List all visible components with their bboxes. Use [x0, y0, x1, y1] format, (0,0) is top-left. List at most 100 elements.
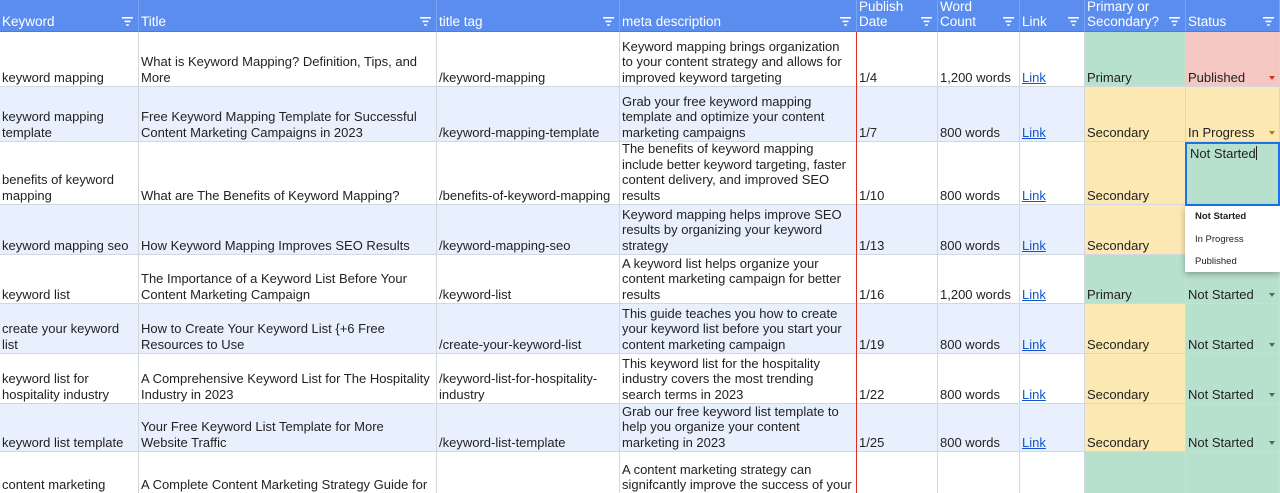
cell-meta-description[interactable]: A keyword list helps organize your conte…	[620, 255, 857, 304]
cell-title-tag[interactable]: /keyword-mapping-seo	[437, 205, 620, 255]
cell-primary-secondary[interactable]: Primary	[1085, 452, 1186, 493]
cell-meta-description[interactable]: A content marketing strategy can signifc…	[620, 452, 857, 493]
cell-text[interactable]: Link	[1022, 125, 1081, 140]
cell-word-count[interactable]: 800 words	[938, 304, 1020, 354]
cell-publish-date[interactable]: 1/22	[857, 354, 938, 404]
dropdown-caret-icon[interactable]	[1269, 131, 1275, 135]
header-title[interactable]: Title	[139, 0, 437, 32]
cell-status[interactable]: In Progress	[1186, 87, 1280, 142]
cell-text[interactable]: Link	[1022, 70, 1081, 85]
dropdown-caret-icon[interactable]	[1269, 76, 1275, 80]
cell-primary-secondary[interactable]: Secondary	[1085, 404, 1186, 452]
cell-keyword[interactable]: keyword mapping template	[0, 87, 139, 142]
cell-word-count[interactable]: 1,200 words	[938, 452, 1020, 493]
cell-title[interactable]: Free Keyword Mapping Template for Succes…	[139, 87, 437, 142]
cell-status[interactable]: Not Started	[1186, 304, 1280, 354]
cell-title[interactable]: The Importance of a Keyword List Before …	[139, 255, 437, 304]
header-title-tag[interactable]: title tag	[437, 0, 620, 32]
cell-word-count[interactable]: 800 words	[938, 205, 1020, 255]
dropdown-caret-icon[interactable]	[1269, 441, 1275, 445]
cell-word-count[interactable]: 800 words	[938, 142, 1020, 205]
filter-icon[interactable]	[122, 17, 133, 26]
cell-word-count[interactable]: 800 words	[938, 87, 1020, 142]
cell-status[interactable]: Not Started	[1186, 404, 1280, 452]
cell-text[interactable]: Link	[1022, 337, 1081, 352]
cell-primary-secondary[interactable]: Primary	[1085, 255, 1186, 304]
cell-title-tag[interactable]: /keyword-list	[437, 255, 620, 304]
header-meta-description[interactable]: meta description	[620, 0, 857, 32]
cell-link[interactable]: Link	[1020, 354, 1085, 404]
cell-publish-date[interactable]: 1/10	[857, 142, 938, 205]
cell-status[interactable]: Not Started	[1186, 354, 1280, 404]
cell-title[interactable]: What are The Benefits of Keyword Mapping…	[139, 142, 437, 205]
status-option-not-started[interactable]: Not Started	[1195, 211, 1246, 223]
cell-primary-secondary[interactable]: Secondary	[1085, 354, 1186, 404]
cell-link[interactable]: Link	[1020, 142, 1085, 205]
dropdown-caret-icon[interactable]	[1269, 343, 1275, 347]
header-word-count[interactable]: Word Count	[938, 0, 1020, 32]
header-publish-date[interactable]: Publish Date	[857, 0, 938, 32]
filter-icon[interactable]	[1169, 17, 1180, 26]
cell-word-count[interactable]: 800 words	[938, 354, 1020, 404]
cell-title-tag[interactable]: /keyword-list-for-hospitality-industry	[437, 354, 620, 404]
cell-keyword[interactable]: create your keyword list	[0, 304, 139, 354]
cell-primary-secondary[interactable]: Secondary	[1085, 304, 1186, 354]
cell-keyword[interactable]: content marketing strategy	[0, 452, 139, 493]
cell-title[interactable]: What is Keyword Mapping? Definition, Tip…	[139, 32, 437, 87]
cell-link[interactable]: Link	[1020, 452, 1085, 493]
filter-icon[interactable]	[921, 17, 932, 26]
cell-link[interactable]: Link	[1020, 255, 1085, 304]
dropdown-caret-icon[interactable]	[1269, 293, 1275, 297]
cell-text[interactable]: Link	[1022, 387, 1081, 402]
cell-keyword[interactable]: keyword mapping seo	[0, 205, 139, 255]
cell-title[interactable]: A Comprehensive Keyword List for The Hos…	[139, 354, 437, 404]
cell-title[interactable]: A Complete Content Marketing Strategy Gu…	[139, 452, 437, 493]
cell-text[interactable]: Link	[1022, 435, 1081, 450]
dropdown-caret-icon[interactable]	[1269, 393, 1275, 397]
cell-title-tag[interactable]: /content-marketing-strategy	[437, 452, 620, 493]
cell-keyword[interactable]: keyword list for hospitality industry	[0, 354, 139, 404]
cell-keyword[interactable]: keyword mapping	[0, 32, 139, 87]
cell-publish-date[interactable]: 1/28	[857, 452, 938, 493]
cell-meta-description[interactable]: Keyword mapping brings organization to y…	[620, 32, 857, 87]
cell-publish-date[interactable]: 1/7	[857, 87, 938, 142]
cell-primary-secondary[interactable]: Secondary	[1085, 87, 1186, 142]
cell-status[interactable]: Not Started	[1186, 452, 1280, 493]
filter-icon[interactable]	[603, 17, 614, 26]
filter-icon[interactable]	[420, 17, 431, 26]
cell-word-count[interactable]: 1,200 words	[938, 255, 1020, 304]
cell-link[interactable]: Link	[1020, 32, 1085, 87]
cell-keyword[interactable]: benefits of keyword mapping	[0, 142, 139, 205]
cell-publish-date[interactable]: 1/4	[857, 32, 938, 87]
cell-publish-date[interactable]: 1/19	[857, 304, 938, 354]
cell-link[interactable]: Link	[1020, 87, 1085, 142]
status-option-published[interactable]: Published	[1195, 256, 1237, 268]
header-keyword[interactable]: Keyword	[0, 0, 139, 32]
cell-text[interactable]: Link	[1022, 188, 1081, 203]
cell-text[interactable]: Link	[1022, 238, 1081, 253]
cell-meta-description[interactable]: Grab our free keyword list template to h…	[620, 404, 857, 452]
cell-title[interactable]: How to Create Your Keyword List {+6 Free…	[139, 304, 437, 354]
cell-keyword[interactable]: keyword list template	[0, 404, 139, 452]
cell-title-tag[interactable]: /keyword-mapping	[437, 32, 620, 87]
header-link[interactable]: Link	[1020, 0, 1085, 32]
cell-link[interactable]: Link	[1020, 404, 1085, 452]
header-status[interactable]: Status	[1186, 0, 1280, 32]
cell-title[interactable]: Your Free Keyword List Template for More…	[139, 404, 437, 452]
cell-title-tag[interactable]: /benefits-of-keyword-mapping	[437, 142, 620, 205]
cell-title-tag[interactable]: /create-your-keyword-list	[437, 304, 620, 354]
filter-icon[interactable]	[1263, 17, 1274, 26]
status-cell-editor[interactable]: Not Started	[1185, 142, 1280, 206]
cell-title-tag[interactable]: /keyword-list-template	[437, 404, 620, 452]
cell-text[interactable]: Link	[1022, 287, 1081, 302]
cell-meta-description[interactable]: The benefits of keyword mapping include …	[620, 142, 857, 205]
cell-keyword[interactable]: keyword list	[0, 255, 139, 304]
cell-word-count[interactable]: 800 words	[938, 404, 1020, 452]
cell-link[interactable]: Link	[1020, 205, 1085, 255]
cell-primary-secondary[interactable]: Secondary	[1085, 205, 1186, 255]
cell-meta-description[interactable]: This keyword list for the hospitality in…	[620, 354, 857, 404]
cell-publish-date[interactable]: 1/25	[857, 404, 938, 452]
filter-icon[interactable]	[840, 17, 851, 26]
filter-icon[interactable]	[1068, 17, 1079, 26]
filter-icon[interactable]	[1003, 17, 1014, 26]
